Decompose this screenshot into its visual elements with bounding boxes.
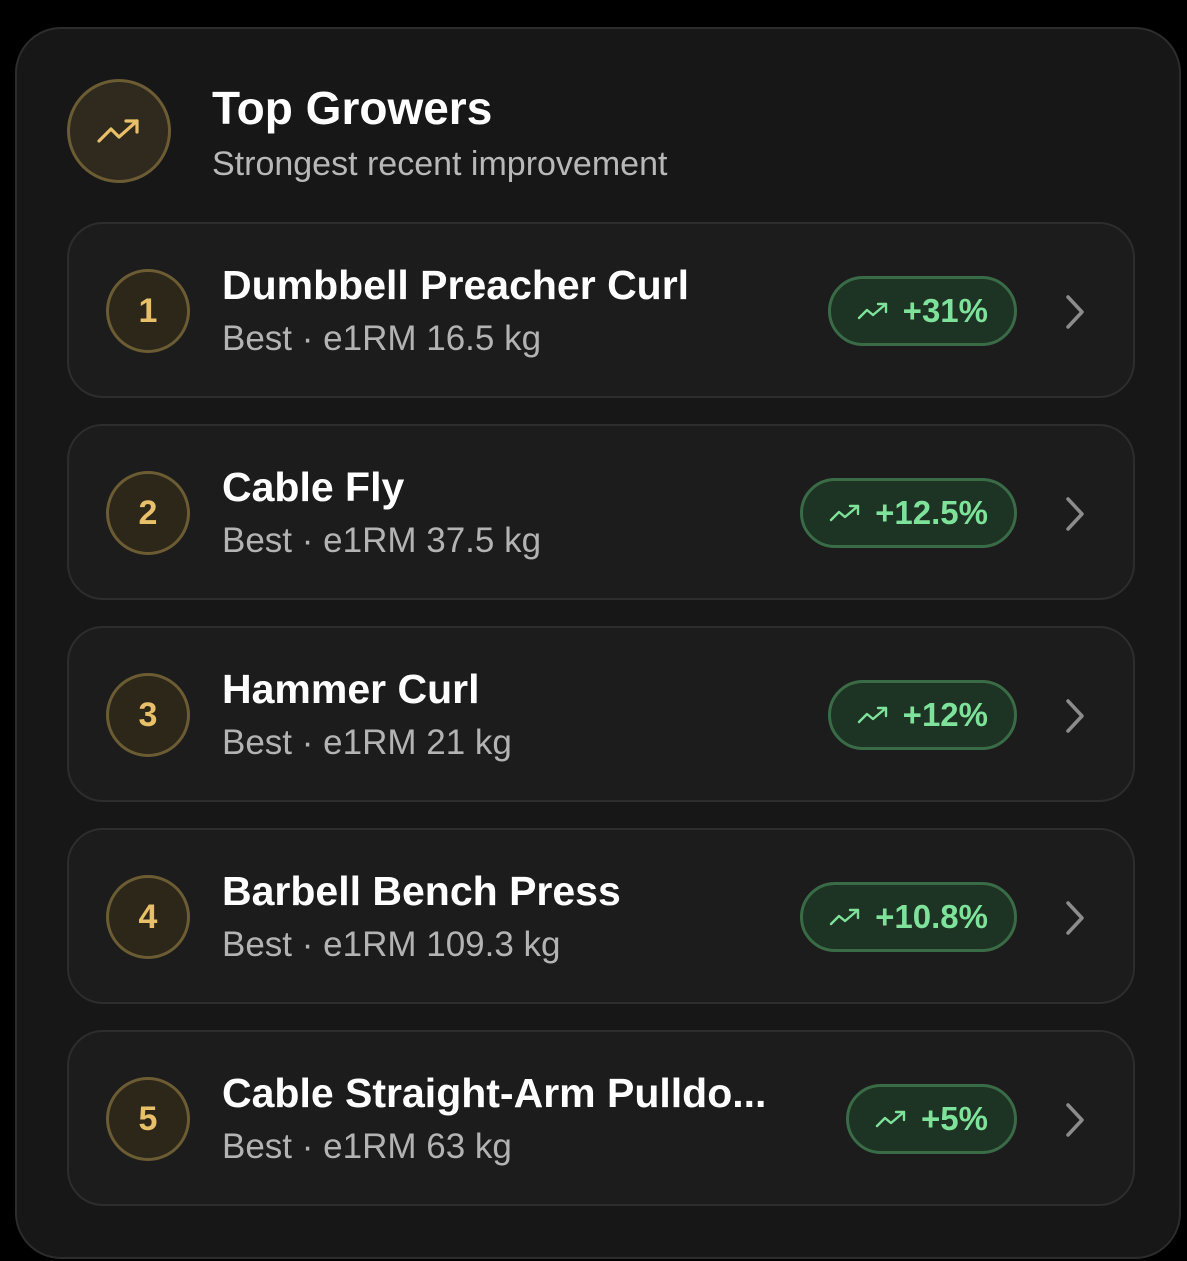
chevron-right-icon[interactable]: [1063, 292, 1087, 332]
growth-badge: +12.5%: [800, 478, 1017, 548]
rank-badge: 2: [106, 471, 190, 555]
rank-badge: 4: [106, 875, 190, 959]
growth-percent: +10.8%: [875, 898, 988, 935]
trending-up-icon: [67, 79, 171, 183]
rank-badge: 1: [106, 269, 190, 353]
chevron-right-icon[interactable]: [1063, 1100, 1087, 1140]
list-item[interactable]: 5 Cable Straight-Arm Pulldo... Best · e1…: [67, 1030, 1135, 1206]
list-item[interactable]: 2 Cable Fly Best · e1RM 37.5 kg +12.5%: [67, 424, 1135, 600]
card-subtitle: Strongest recent improvement: [212, 145, 668, 183]
best-e1rm: Best · e1RM 37.5 kg: [222, 521, 542, 560]
list-item[interactable]: 3 Hammer Curl Best · e1RM 21 kg +12%: [67, 626, 1135, 802]
growers-list: 1 Dumbbell Preacher Curl Best · e1RM 16.…: [67, 222, 1135, 1232]
exercise-name: Cable Straight-Arm Pulldo...: [222, 1070, 767, 1116]
trending-up-icon: [829, 503, 861, 523]
best-e1rm: Best · e1RM 21 kg: [222, 723, 512, 762]
list-item[interactable]: 1 Dumbbell Preacher Curl Best · e1RM 16.…: [67, 222, 1135, 398]
trending-up-icon: [875, 1109, 907, 1129]
growth-percent: +12.5%: [875, 494, 988, 531]
trending-up-icon: [857, 705, 889, 725]
growth-badge: +10.8%: [800, 882, 1017, 952]
chevron-right-icon[interactable]: [1063, 696, 1087, 736]
rank-badge: 5: [106, 1077, 190, 1161]
list-item[interactable]: 4 Barbell Bench Press Best · e1RM 109.3 …: [67, 828, 1135, 1004]
exercise-name: Cable Fly: [222, 464, 405, 510]
chevron-right-icon[interactable]: [1063, 898, 1087, 938]
growth-percent: +5%: [921, 1100, 988, 1137]
growth-percent: +12%: [902, 696, 988, 733]
growth-badge: +31%: [827, 276, 1017, 346]
growth-badge: +12%: [827, 680, 1017, 750]
best-e1rm: Best · e1RM 16.5 kg: [222, 319, 542, 358]
exercise-name: Hammer Curl: [222, 666, 480, 712]
trending-up-icon: [857, 301, 889, 321]
exercise-name: Dumbbell Preacher Curl: [222, 262, 690, 308]
trending-up-icon: [829, 907, 861, 927]
best-e1rm: Best · e1RM 109.3 kg: [222, 925, 561, 964]
chevron-right-icon[interactable]: [1063, 494, 1087, 534]
card-title: Top Growers: [212, 82, 493, 134]
top-growers-card: Top Growers Strongest recent improvement…: [15, 27, 1181, 1259]
exercise-name: Barbell Bench Press: [222, 868, 621, 914]
growth-badge: +5%: [846, 1084, 1017, 1154]
rank-badge: 3: [106, 673, 190, 757]
growth-percent: +31%: [902, 292, 988, 329]
best-e1rm: Best · e1RM 63 kg: [222, 1127, 512, 1166]
